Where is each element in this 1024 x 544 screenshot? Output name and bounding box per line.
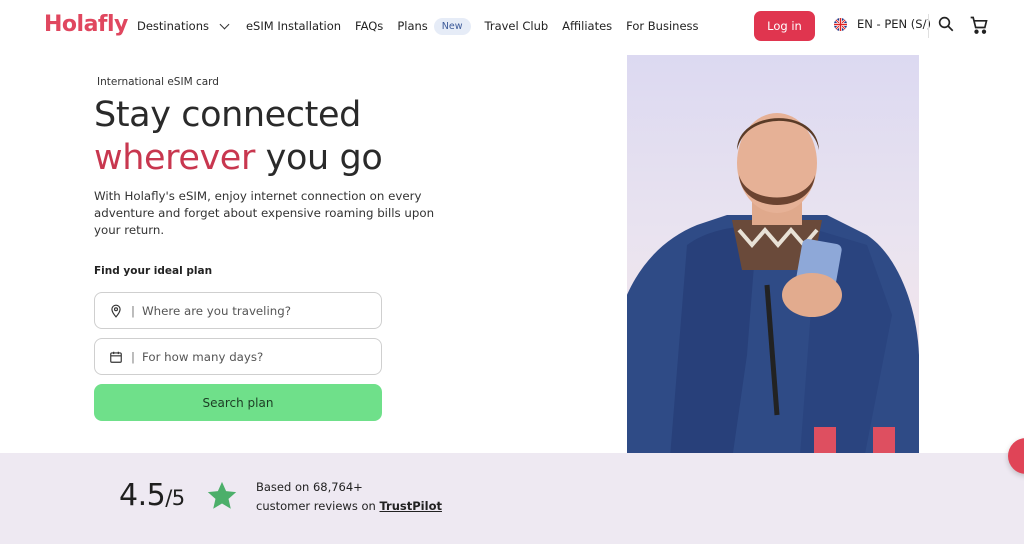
trustpilot-link[interactable]: TrustPilot	[379, 499, 442, 513]
rating-value: 4.5	[119, 478, 166, 513]
hero-title: Stay connected wherever you go	[94, 94, 383, 180]
field-cursor: |	[131, 303, 135, 318]
language-label: EN - PEN (S/)	[857, 17, 931, 31]
language-selector[interactable]: EN - PEN (S/)	[834, 17, 931, 31]
reviews-count: Based on 68,764+	[256, 480, 363, 494]
new-badge: New	[433, 17, 471, 35]
nav-destinations-label: Destinations	[137, 19, 209, 33]
search-icon[interactable]	[937, 15, 957, 35]
cart-icon[interactable]	[969, 15, 989, 35]
field-cursor: |	[131, 349, 135, 364]
hero-description: With Holafly's eSIM, enjoy internet conn…	[94, 189, 435, 237]
hero-title-accent: wherever	[94, 138, 255, 178]
star-icon	[205, 479, 239, 513]
reviews-text: Based on 68,764+ customer reviews on Tru…	[256, 478, 442, 516]
hero-title-rest: you go	[254, 138, 383, 178]
days-placeholder: For how many days?	[141, 349, 264, 364]
destination-field[interactable]: | Where are you traveling?	[94, 292, 382, 329]
reviews-source-line: customer reviews on TrustPilot	[256, 497, 442, 516]
nav-affiliates-label: Affiliates	[562, 19, 613, 33]
days-field[interactable]: | For how many days?	[94, 338, 382, 375]
search-plan-button[interactable]: Search plan	[94, 384, 382, 421]
find-plan-label: Find your ideal plan	[94, 265, 213, 277]
nav-travel-club[interactable]: Travel Club	[485, 19, 549, 33]
hero-eyebrow: International eSIM card	[97, 76, 219, 88]
nav-esim-installation-label: eSIM Installation	[245, 19, 342, 33]
login-button[interactable]: Log in	[754, 11, 815, 41]
nav-affiliates[interactable]: Affiliates	[562, 19, 612, 33]
nav-faqs[interactable]: FAQs	[355, 19, 383, 33]
hero-title-line2: wherever you go	[94, 137, 383, 180]
nav-faqs-label: FAQs	[355, 19, 384, 33]
nav-plans-label: Plans	[397, 19, 428, 33]
main-nav: Destinations eSIM Installation FAQs Plan…	[137, 0, 713, 52]
calendar-icon	[109, 350, 123, 364]
nav-for-business-label: For Business	[626, 19, 699, 33]
chevron-down-icon	[219, 19, 230, 29]
site-header: Holafly Destinations eSIM Installation F…	[0, 0, 1024, 52]
destination-placeholder: Where are you traveling?	[141, 303, 291, 318]
nav-plans[interactable]: Plans New	[397, 17, 471, 35]
holafly-logo[interactable]: Holafly	[44, 12, 128, 37]
reviews-prefix: customer reviews on	[256, 499, 380, 513]
nav-for-business[interactable]: For Business	[626, 19, 698, 33]
nav-travel-club-label: Travel Club	[484, 19, 549, 33]
nav-destinations[interactable]: Destinations	[137, 19, 232, 33]
hero-title-line1: Stay connected	[94, 95, 361, 135]
nav-esim-installation[interactable]: eSIM Installation	[246, 19, 341, 33]
header-divider	[928, 14, 929, 38]
rating-score: 4.5/5	[119, 478, 185, 513]
location-pin-icon	[109, 304, 123, 318]
rating-out-of: /5	[165, 486, 185, 510]
uk-flag-icon	[834, 17, 847, 31]
